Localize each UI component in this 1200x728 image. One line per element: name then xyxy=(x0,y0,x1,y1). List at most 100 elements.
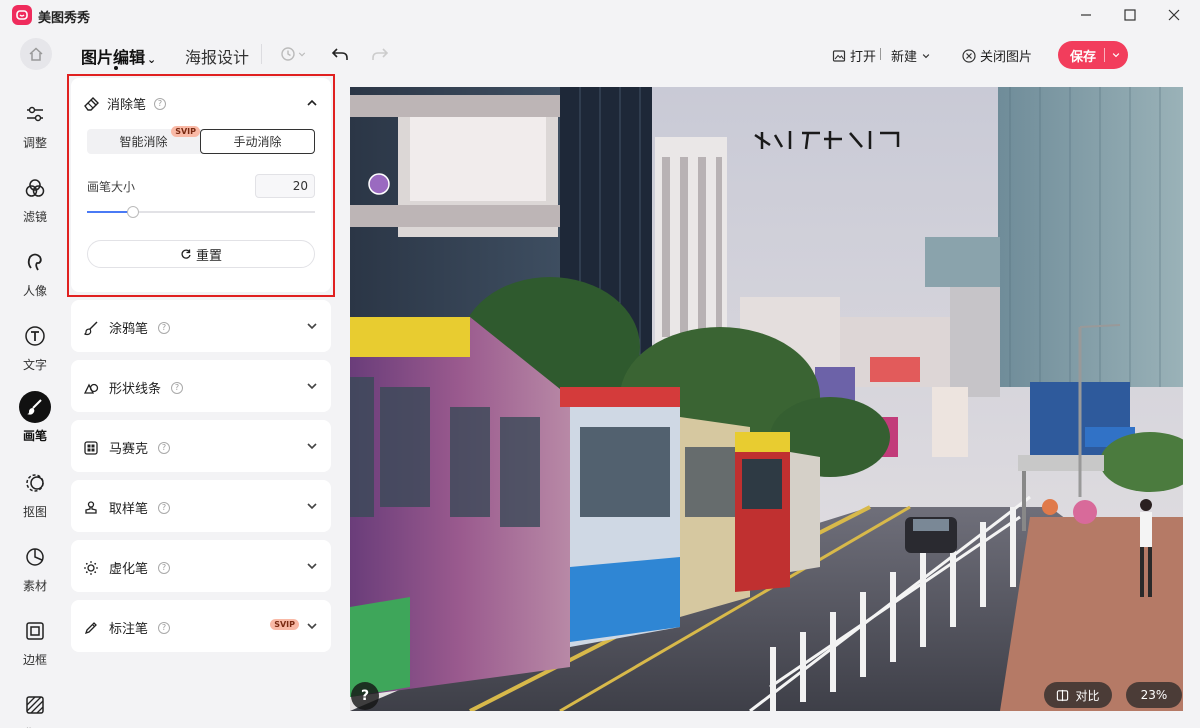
home-button[interactable] xyxy=(20,38,52,70)
tab-poster-design[interactable]: 海报设计 xyxy=(185,44,249,68)
help-icon[interactable]: ? xyxy=(158,321,171,334)
rail-label: 边框 xyxy=(22,653,47,667)
history-icon xyxy=(281,47,295,61)
tab-image-edit[interactable]: 图片编辑 ⌄ xyxy=(81,44,157,70)
background-icon xyxy=(19,689,51,721)
open-image-icon xyxy=(832,49,846,62)
tool-label: 涂鸦笔 xyxy=(109,322,149,337)
frame-icon xyxy=(19,615,51,647)
zoom-level[interactable]: 23% xyxy=(1126,682,1182,708)
rail-item-filter[interactable]: 滤镜 xyxy=(0,172,70,225)
close-window-button[interactable] xyxy=(1164,5,1184,25)
chevron-down-icon xyxy=(298,52,306,57)
chevron-down-icon xyxy=(307,443,317,450)
close-image-button[interactable]: 关闭图片 xyxy=(962,46,1032,65)
mode-smart-label: 智能消除 xyxy=(119,135,168,149)
portrait-icon xyxy=(19,246,51,278)
close-image-label: 关闭图片 xyxy=(980,50,1033,65)
help-icon[interactable]: ? xyxy=(158,441,171,454)
cutout-icon xyxy=(19,467,51,499)
rail-item-sticker[interactable]: 素材 xyxy=(0,541,70,594)
street-photo xyxy=(350,87,1183,711)
help-icon[interactable]: ? xyxy=(158,501,171,514)
text-icon xyxy=(19,320,51,352)
redo-button[interactable] xyxy=(371,42,389,66)
rail-item-brush[interactable]: 画笔 xyxy=(0,391,70,444)
tool-sampling-pen[interactable]: 取样笔 ? xyxy=(71,480,331,532)
eraser-pen-panel: 消除笔 ? 智能消除 SVIP 手动消除 画笔大小 重置 xyxy=(71,78,331,292)
rail-label: 人像 xyxy=(22,284,47,298)
save-button[interactable]: 保存 xyxy=(1058,41,1128,69)
mode-manual-label: 手动消除 xyxy=(233,135,282,149)
reset-icon xyxy=(181,249,191,259)
mode-manual-erase[interactable]: 手动消除 xyxy=(200,129,315,154)
image-canvas[interactable] xyxy=(350,87,1183,711)
reset-label: 重置 xyxy=(195,248,222,264)
chevron-down-icon xyxy=(307,623,317,630)
save-options-dropdown[interactable] xyxy=(1105,50,1127,60)
rail-label: 调整 xyxy=(22,136,47,150)
open-button[interactable]: 打开 xyxy=(832,46,876,65)
new-label: 新建 xyxy=(891,50,918,65)
help-icon[interactable]: ? xyxy=(158,561,171,574)
compare-icon xyxy=(1057,689,1069,701)
title-bar: 美图秀秀 xyxy=(0,0,1200,30)
chevron-up-icon[interactable] xyxy=(305,96,319,110)
mode-smart-erase[interactable]: 智能消除 SVIP xyxy=(87,126,200,154)
eraser-mode-toggle: 智能消除 SVIP 手动消除 xyxy=(87,126,315,154)
rail-item-portrait[interactable]: 人像 xyxy=(0,246,70,299)
rail-item-frame[interactable]: 边框 xyxy=(0,615,70,668)
tool-mosaic[interactable]: 马赛克 ? xyxy=(71,420,331,472)
history-button[interactable] xyxy=(279,42,307,66)
brush-icon xyxy=(19,391,51,423)
undo-icon xyxy=(331,48,348,60)
compare-button[interactable]: 对比 xyxy=(1044,682,1112,708)
maximize-button[interactable] xyxy=(1120,5,1140,25)
tool-blur-pen[interactable]: 虚化笔 ? xyxy=(71,540,331,592)
annotation-pen-icon xyxy=(84,621,97,634)
help-button[interactable]: ? xyxy=(351,682,379,710)
tool-annotation-pen[interactable]: 标注笔 ? SVIP xyxy=(71,600,331,652)
help-icon[interactable]: ? xyxy=(158,621,171,634)
eraser-icon xyxy=(84,96,99,111)
brush-size-label: 画笔大小 xyxy=(87,180,136,194)
svip-badge: SVIP xyxy=(171,126,200,137)
chevron-down-icon: ⌄ xyxy=(147,53,157,66)
slider-thumb[interactable] xyxy=(126,206,139,218)
chevron-down-icon xyxy=(307,563,317,570)
new-button[interactable]: 新建 xyxy=(891,46,931,65)
minimize-button[interactable] xyxy=(1076,5,1096,25)
tool-doodle-pen[interactable]: 涂鸦笔 ? xyxy=(71,300,331,352)
tool-label: 虚化笔 xyxy=(109,562,149,577)
close-circle-icon xyxy=(962,48,976,63)
chevron-down-icon xyxy=(307,323,317,330)
brush-size-slider[interactable] xyxy=(87,206,315,218)
rail-label: 滤镜 xyxy=(22,210,47,224)
save-label: 保存 xyxy=(1070,49,1097,65)
active-tab-dot xyxy=(114,66,118,70)
redo-icon xyxy=(372,48,389,60)
mosaic-icon xyxy=(84,440,98,455)
brush-size-input[interactable] xyxy=(255,174,315,198)
blur-icon xyxy=(84,560,98,575)
rail-item-text[interactable]: 文字 xyxy=(0,320,70,373)
toolbar-divider xyxy=(261,44,262,64)
tool-shape-line[interactable]: 形状线条 ? xyxy=(71,360,331,412)
tool-label: 马赛克 xyxy=(109,442,149,457)
sticker-icon xyxy=(19,541,51,573)
chevron-down-icon xyxy=(307,503,317,510)
rail-item-background[interactable]: 背景 xyxy=(0,689,70,728)
help-icon[interactable]: ? xyxy=(171,381,184,394)
help-icon[interactable]: ? xyxy=(154,97,167,110)
filter-icon xyxy=(19,172,51,204)
eraser-pen-header[interactable]: 消除笔 ? xyxy=(83,94,167,113)
rail-label: 画笔 xyxy=(22,429,47,443)
compare-label: 对比 xyxy=(1075,688,1100,703)
reset-button[interactable]: 重置 xyxy=(87,240,315,268)
undo-button[interactable] xyxy=(331,42,349,66)
chevron-down-icon xyxy=(922,53,930,58)
rail-item-adjust[interactable]: 调整 xyxy=(0,98,70,151)
tool-label: 形状线条 xyxy=(109,382,162,397)
rail-item-cutout[interactable]: 抠图 xyxy=(0,467,70,520)
stamp-icon xyxy=(85,500,97,514)
